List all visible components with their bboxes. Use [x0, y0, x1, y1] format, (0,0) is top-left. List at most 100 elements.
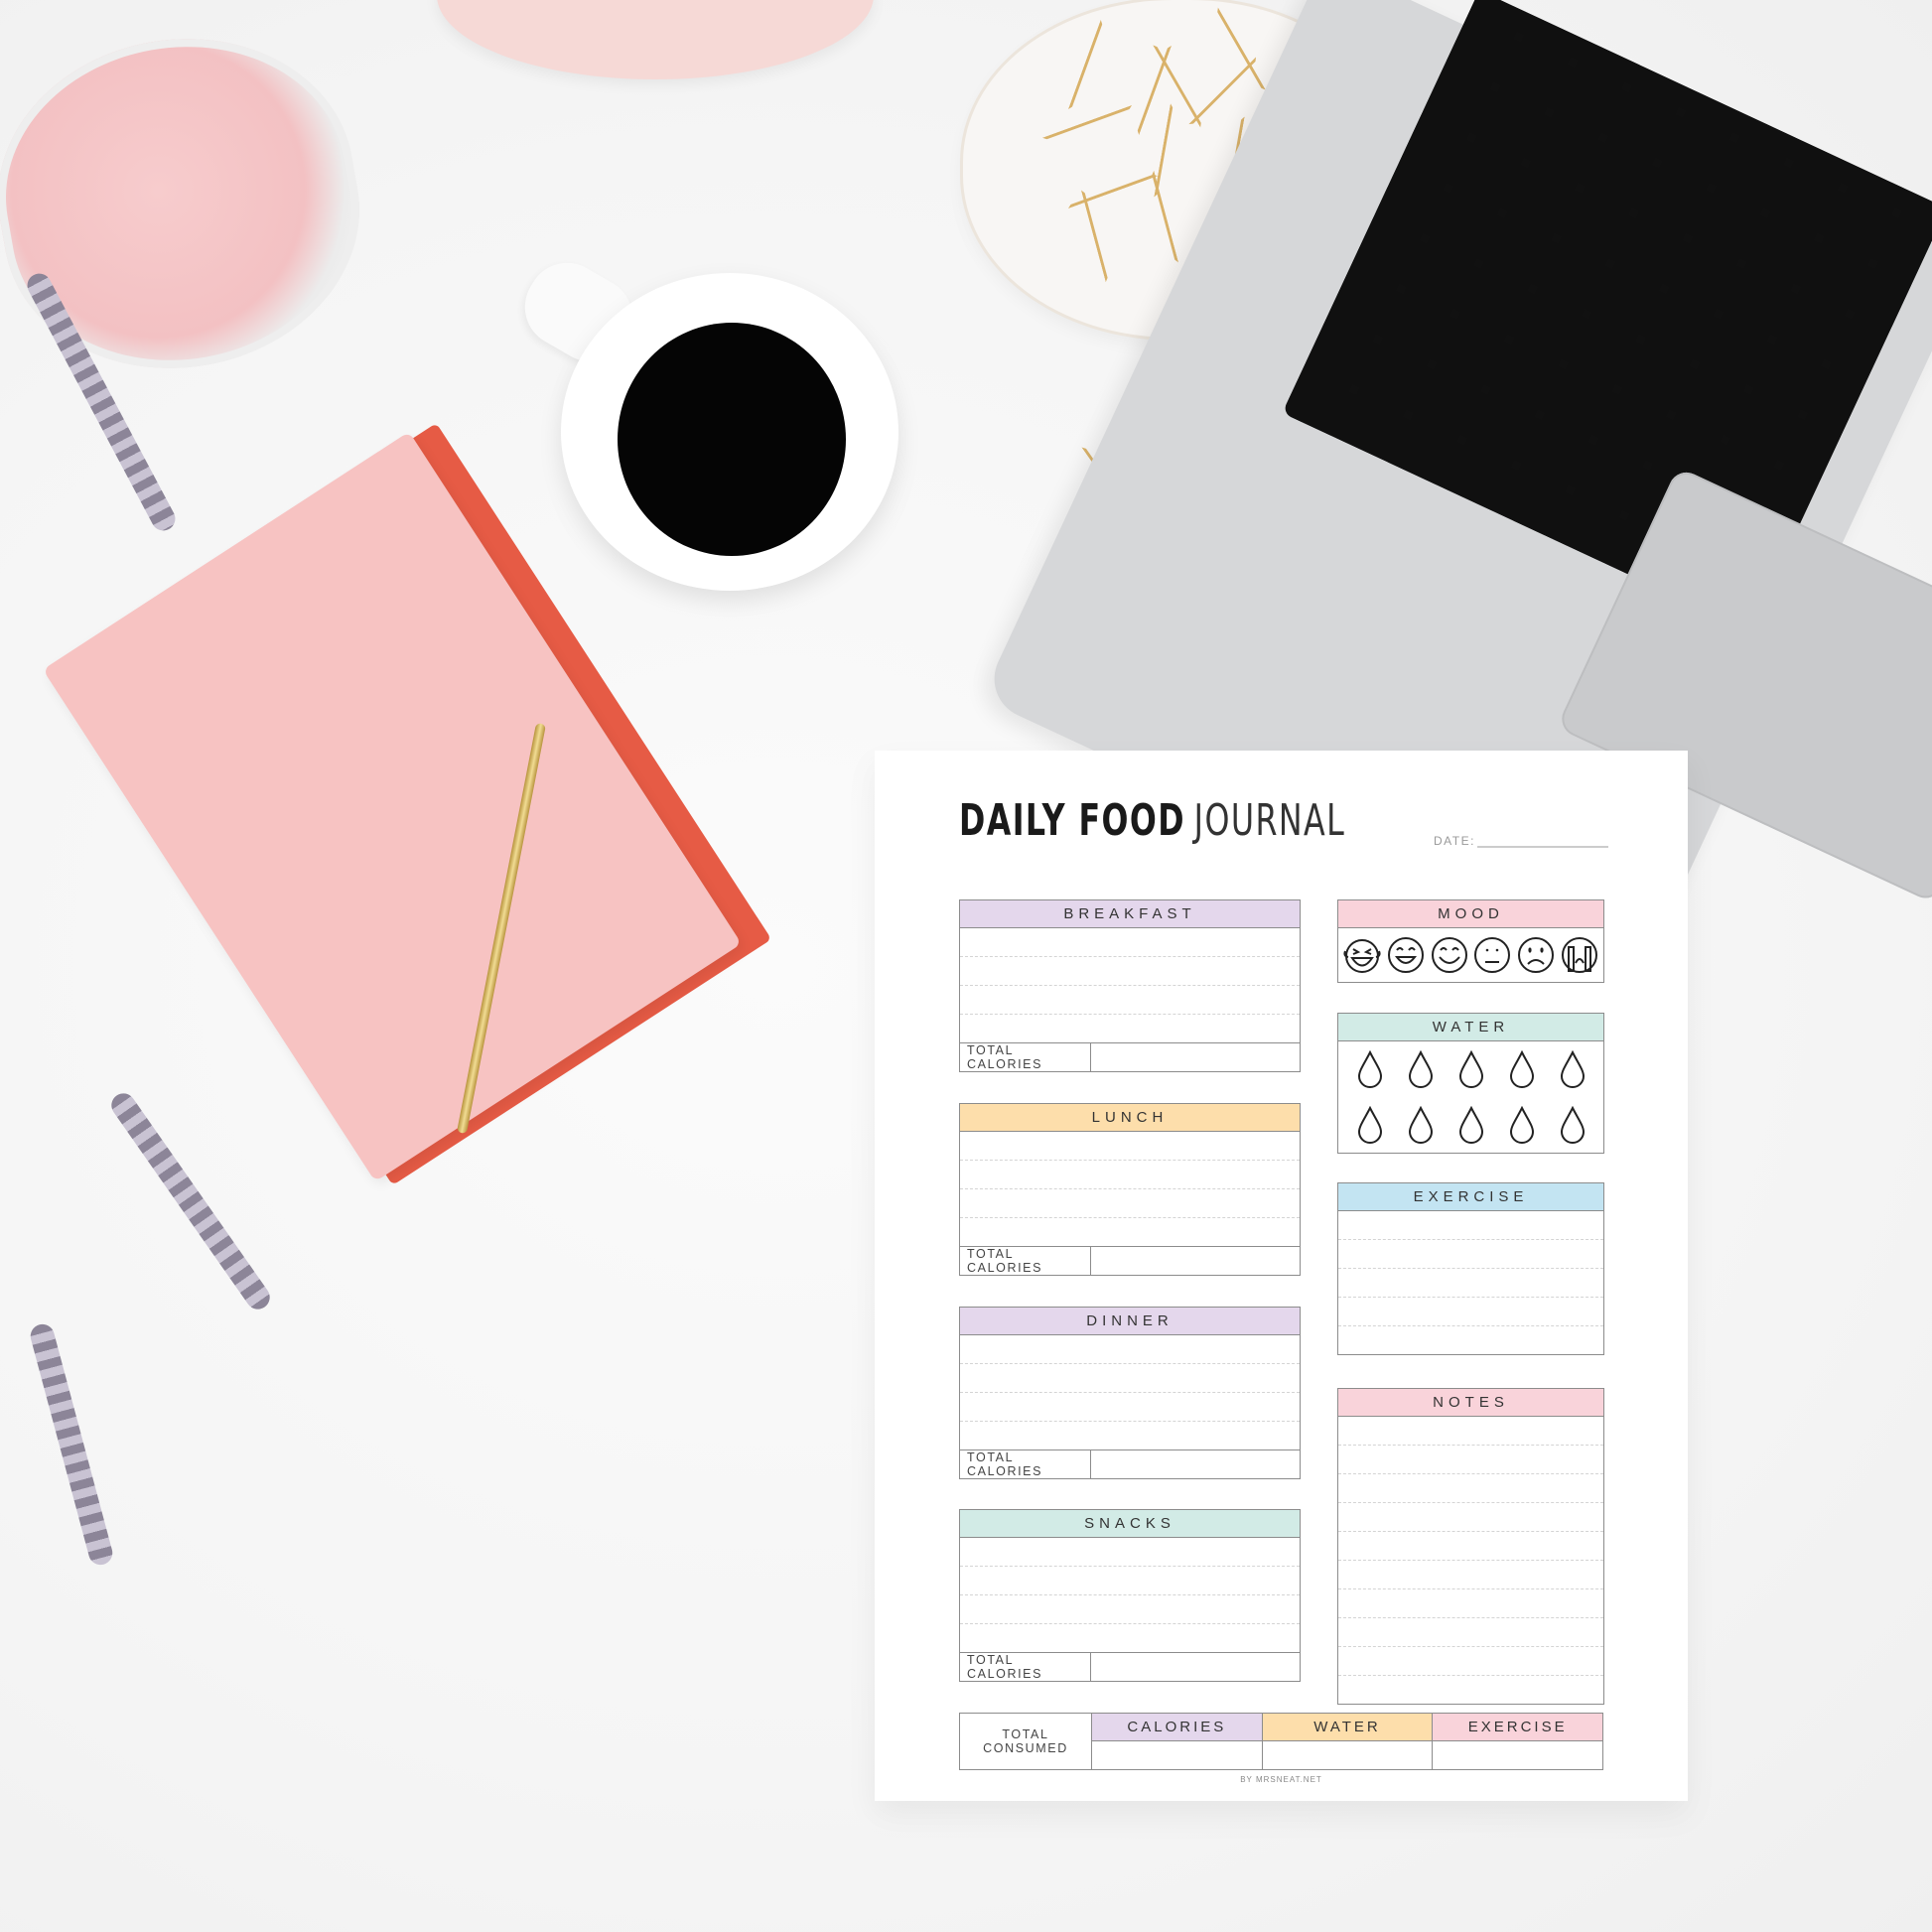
meal-header: LUNCH	[960, 1104, 1300, 1132]
title-light: JOURNAL	[1193, 795, 1346, 846]
meal-box-breakfast: BREAKFAST TOTAL CALORIES	[959, 899, 1301, 1072]
credit-text: BY MRSNEAT.NET	[1240, 1775, 1322, 1784]
exercise-entry-lines[interactable]	[1338, 1211, 1603, 1354]
entry-line[interactable]	[960, 1567, 1300, 1595]
sad-icon[interactable]	[1516, 935, 1556, 975]
laughing-icon[interactable]	[1342, 935, 1382, 975]
summary-water-column: WATER	[1262, 1714, 1434, 1769]
total-calories-input[interactable]	[1091, 1653, 1300, 1681]
entry-line[interactable]	[1338, 1446, 1603, 1474]
total-consumed-line2: CONSUMED	[983, 1741, 1068, 1755]
summary-calories-input[interactable]	[1092, 1741, 1262, 1769]
meal-entry-lines[interactable]	[960, 1538, 1300, 1652]
entry-line[interactable]	[1338, 1532, 1603, 1561]
entry-line[interactable]	[1338, 1240, 1603, 1269]
mood-options	[1338, 928, 1603, 982]
title-bold: DAILY FOOD	[959, 795, 1186, 846]
meal-box-dinner: DINNER TOTAL CALORIES	[959, 1307, 1301, 1479]
entry-line[interactable]	[1338, 1561, 1603, 1589]
total-calories-input[interactable]	[1091, 1247, 1300, 1275]
entry-line[interactable]	[960, 1422, 1300, 1449]
date-field[interactable]: DATE:	[1434, 834, 1608, 848]
water-drop-icon[interactable]	[1458, 1050, 1484, 1088]
notes-header: NOTES	[1338, 1389, 1603, 1417]
water-drop-icon[interactable]	[1357, 1050, 1383, 1088]
mood-header: MOOD	[1338, 900, 1603, 928]
meal-box-snacks: SNACKS TOTAL CALORIES	[959, 1509, 1301, 1682]
food-journal-page: DAILY FOOD JOURNAL DATE: BREAKFAST TOTAL …	[875, 751, 1688, 1801]
total-calories-input[interactable]	[1091, 1450, 1300, 1478]
water-drop-icon[interactable]	[1458, 1106, 1484, 1144]
total-calories-input[interactable]	[1091, 1043, 1300, 1071]
total-calories-row: TOTAL CALORIES	[960, 1449, 1300, 1478]
entry-line[interactable]	[1338, 1326, 1603, 1354]
entry-line[interactable]	[1338, 1211, 1603, 1240]
entry-line[interactable]	[960, 928, 1300, 957]
water-drop-icon[interactable]	[1560, 1106, 1586, 1144]
exercise-box: EXERCISE	[1337, 1182, 1604, 1355]
summary-water-header: WATER	[1262, 1714, 1433, 1741]
total-consumed-label: TOTAL CONSUMED	[960, 1714, 1092, 1769]
water-header: WATER	[1338, 1014, 1603, 1041]
total-consumed-line1: TOTAL	[1002, 1727, 1049, 1741]
black-coffee	[618, 323, 846, 556]
entry-line[interactable]	[960, 1218, 1300, 1246]
entry-line[interactable]	[960, 1364, 1300, 1393]
entry-line[interactable]	[960, 986, 1300, 1015]
meal-header: BREAKFAST	[960, 900, 1300, 928]
summary-water-input[interactable]	[1263, 1741, 1433, 1769]
entry-line[interactable]	[1338, 1474, 1603, 1503]
meal-entry-lines[interactable]	[960, 1335, 1300, 1449]
summary-exercise-input[interactable]	[1433, 1741, 1602, 1769]
entry-line[interactable]	[1338, 1298, 1603, 1326]
summary-calories-column: CALORIES	[1092, 1714, 1263, 1769]
entry-line[interactable]	[960, 957, 1300, 986]
total-calories-label: TOTAL CALORIES	[960, 1247, 1091, 1275]
meal-entry-lines[interactable]	[960, 1132, 1300, 1246]
entry-line[interactable]	[1338, 1647, 1603, 1676]
summary-exercise-header: EXERCISE	[1433, 1714, 1603, 1741]
total-calories-label: TOTAL CALORIES	[960, 1653, 1091, 1681]
entry-line[interactable]	[1338, 1618, 1603, 1647]
entry-line[interactable]	[1338, 1589, 1603, 1618]
date-label: DATE:	[1434, 834, 1475, 848]
water-drop-icon[interactable]	[1408, 1050, 1434, 1088]
date-input-line[interactable]	[1476, 834, 1608, 848]
water-tracker	[1338, 1041, 1603, 1153]
water-drop-icon[interactable]	[1408, 1106, 1434, 1144]
crying-icon[interactable]	[1560, 935, 1599, 975]
neutral-icon[interactable]	[1472, 935, 1512, 975]
entry-line[interactable]	[960, 1595, 1300, 1624]
entry-line[interactable]	[960, 1161, 1300, 1189]
entry-line[interactable]	[960, 1335, 1300, 1364]
entry-line[interactable]	[1338, 1269, 1603, 1298]
grinning-icon[interactable]	[1386, 935, 1426, 975]
entry-line[interactable]	[1338, 1676, 1603, 1704]
total-calories-label: TOTAL CALORIES	[960, 1043, 1091, 1071]
entry-line[interactable]	[1338, 1417, 1603, 1446]
summary-calories-header: CALORIES	[1092, 1714, 1262, 1741]
total-calories-row: TOTAL CALORIES	[960, 1042, 1300, 1071]
water-drop-icon[interactable]	[1509, 1106, 1535, 1144]
total-calories-label: TOTAL CALORIES	[960, 1450, 1091, 1478]
exercise-header: EXERCISE	[1338, 1183, 1603, 1211]
total-calories-row: TOTAL CALORIES	[960, 1246, 1300, 1275]
water-drop-icon[interactable]	[1357, 1106, 1383, 1144]
mood-box: MOOD	[1337, 899, 1604, 983]
entry-line[interactable]	[960, 1624, 1300, 1652]
entry-line[interactable]	[1338, 1503, 1603, 1532]
meal-header: SNACKS	[960, 1510, 1300, 1538]
entry-line[interactable]	[960, 1015, 1300, 1042]
entry-line[interactable]	[960, 1393, 1300, 1422]
notes-entry-lines[interactable]	[1338, 1417, 1603, 1704]
water-drop-icon[interactable]	[1560, 1050, 1586, 1088]
notes-box: NOTES	[1337, 1388, 1604, 1705]
total-consumed-table: TOTAL CONSUMED CALORIES WATER EXERCISE	[959, 1713, 1603, 1770]
entry-line[interactable]	[960, 1189, 1300, 1218]
water-box: WATER	[1337, 1013, 1604, 1154]
entry-line[interactable]	[960, 1132, 1300, 1161]
water-drop-icon[interactable]	[1509, 1050, 1535, 1088]
meal-entry-lines[interactable]	[960, 928, 1300, 1042]
smiling-icon[interactable]	[1430, 935, 1469, 975]
entry-line[interactable]	[960, 1538, 1300, 1567]
